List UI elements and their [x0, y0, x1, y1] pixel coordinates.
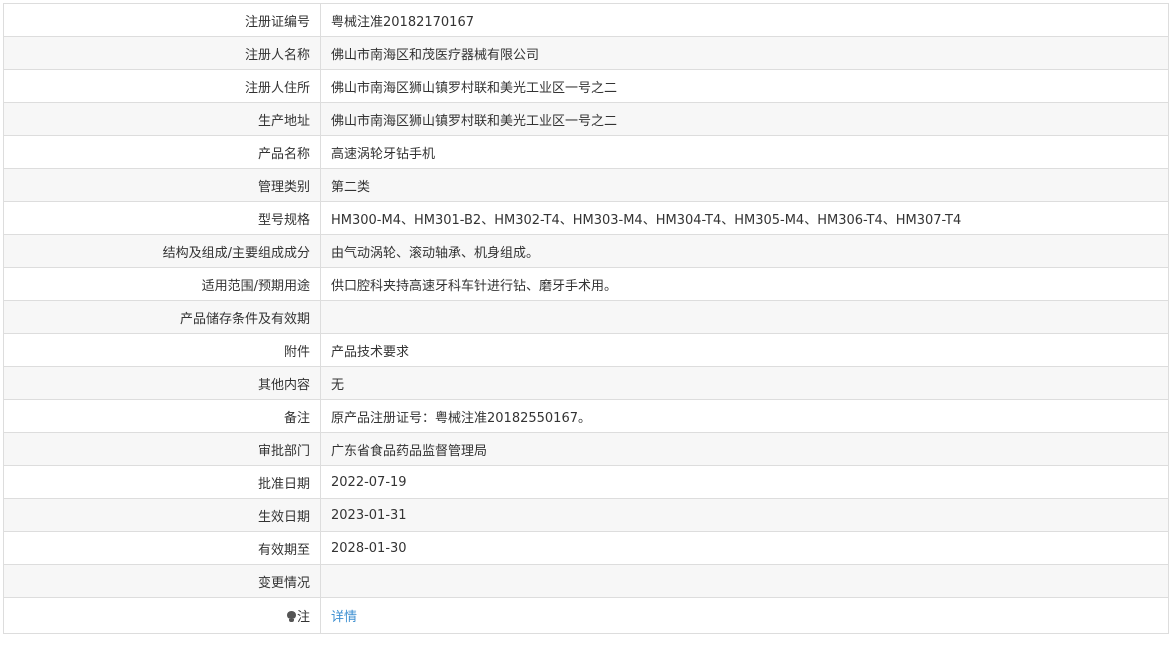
row-model-specification: 型号规格 HM300-M4、HM301-B2、HM302-T4、HM303-M4… — [3, 201, 1169, 235]
value-approval-department: 广东省食品药品监督管理局 — [320, 432, 1169, 466]
value-model-specification: HM300-M4、HM301-B2、HM302-T4、HM303-M4、HM30… — [320, 201, 1169, 235]
row-management-category: 管理类别 第二类 — [3, 168, 1169, 202]
details-link[interactable]: 详情 — [331, 610, 357, 625]
label-production-address: 生产地址 — [3, 102, 321, 136]
lightbulb-icon — [286, 611, 296, 622]
value-effective-date: 2023-01-31 — [320, 498, 1169, 532]
label-change-status: 变更情况 — [3, 564, 321, 598]
value-production-address: 佛山市南海区狮山镇罗村联和美光工业区一号之二 — [320, 102, 1169, 136]
value-valid-until: 2028-01-30 — [320, 531, 1169, 565]
row-production-address: 生产地址 佛山市南海区狮山镇罗村联和美光工业区一号之二 — [3, 102, 1169, 136]
label-model-specification: 型号规格 — [3, 201, 321, 235]
label-intended-use: 适用范围/预期用途 — [3, 267, 321, 301]
detail-table-body: 注册证编号 粤械注准20182170167 注册人名称 佛山市南海区和茂医疗器械… — [3, 3, 1169, 634]
row-remarks: 备注 原产品注册证号：粤械注准20182550167。 — [3, 399, 1169, 433]
label-management-category: 管理类别 — [3, 168, 321, 202]
label-structure-composition: 结构及组成/主要组成成分 — [3, 234, 321, 268]
label-note: 注 — [3, 597, 321, 634]
label-approval-department: 审批部门 — [3, 432, 321, 466]
value-registrant-address: 佛山市南海区狮山镇罗村联和美光工业区一号之二 — [320, 69, 1169, 103]
label-registrant-address: 注册人住所 — [3, 69, 321, 103]
value-change-status — [320, 564, 1169, 598]
value-registration-number: 粤械注准20182170167 — [320, 3, 1169, 37]
value-management-category: 第二类 — [320, 168, 1169, 202]
value-other-content: 无 — [320, 366, 1169, 400]
row-storage-conditions: 产品储存条件及有效期 — [3, 300, 1169, 334]
value-product-name: 高速涡轮牙钻手机 — [320, 135, 1169, 169]
value-intended-use: 供口腔科夹持高速牙科车针进行钻、磨牙手术用。 — [320, 267, 1169, 301]
lightbulb-glass — [286, 611, 296, 619]
value-registrant-name: 佛山市南海区和茂医疗器械有限公司 — [320, 36, 1169, 70]
label-effective-date: 生效日期 — [3, 498, 321, 532]
row-product-name: 产品名称 高速涡轮牙钻手机 — [3, 135, 1169, 169]
value-note: 详情 — [320, 597, 1169, 634]
label-registrant-name: 注册人名称 — [3, 36, 321, 70]
row-valid-until: 有效期至 2028-01-30 — [3, 531, 1169, 565]
row-approval-date: 批准日期 2022-07-19 — [3, 465, 1169, 499]
row-effective-date: 生效日期 2023-01-31 — [3, 498, 1169, 532]
row-attachment: 附件 产品技术要求 — [3, 333, 1169, 367]
registration-detail-table: 注册证编号 粤械注准20182170167 注册人名称 佛山市南海区和茂医疗器械… — [3, 3, 1169, 634]
note-label-text: 注 — [296, 610, 310, 625]
value-structure-composition: 由气动涡轮、滚动轴承、机身组成。 — [320, 234, 1169, 268]
row-registrant-name: 注册人名称 佛山市南海区和茂医疗器械有限公司 — [3, 36, 1169, 70]
value-remarks: 原产品注册证号：粤械注准20182550167。 — [320, 399, 1169, 433]
value-storage-conditions — [320, 300, 1169, 334]
label-other-content: 其他内容 — [3, 366, 321, 400]
label-attachment: 附件 — [3, 333, 321, 367]
label-remarks: 备注 — [3, 399, 321, 433]
label-product-name: 产品名称 — [3, 135, 321, 169]
row-note: 注 详情 — [3, 597, 1169, 634]
value-attachment: 产品技术要求 — [320, 333, 1169, 367]
row-registrant-address: 注册人住所 佛山市南海区狮山镇罗村联和美光工业区一号之二 — [3, 69, 1169, 103]
row-registration-number: 注册证编号 粤械注准20182170167 — [3, 3, 1169, 37]
label-storage-conditions: 产品储存条件及有效期 — [3, 300, 321, 334]
row-other-content: 其他内容 无 — [3, 366, 1169, 400]
lightbulb-base — [288, 619, 294, 622]
value-approval-date: 2022-07-19 — [320, 465, 1169, 499]
row-structure-composition: 结构及组成/主要组成成分 由气动涡轮、滚动轴承、机身组成。 — [3, 234, 1169, 268]
label-registration-number: 注册证编号 — [3, 3, 321, 37]
row-intended-use: 适用范围/预期用途 供口腔科夹持高速牙科车针进行钻、磨牙手术用。 — [3, 267, 1169, 301]
row-approval-department: 审批部门 广东省食品药品监督管理局 — [3, 432, 1169, 466]
row-change-status: 变更情况 — [3, 564, 1169, 598]
label-approval-date: 批准日期 — [3, 465, 321, 499]
label-valid-until: 有效期至 — [3, 531, 321, 565]
